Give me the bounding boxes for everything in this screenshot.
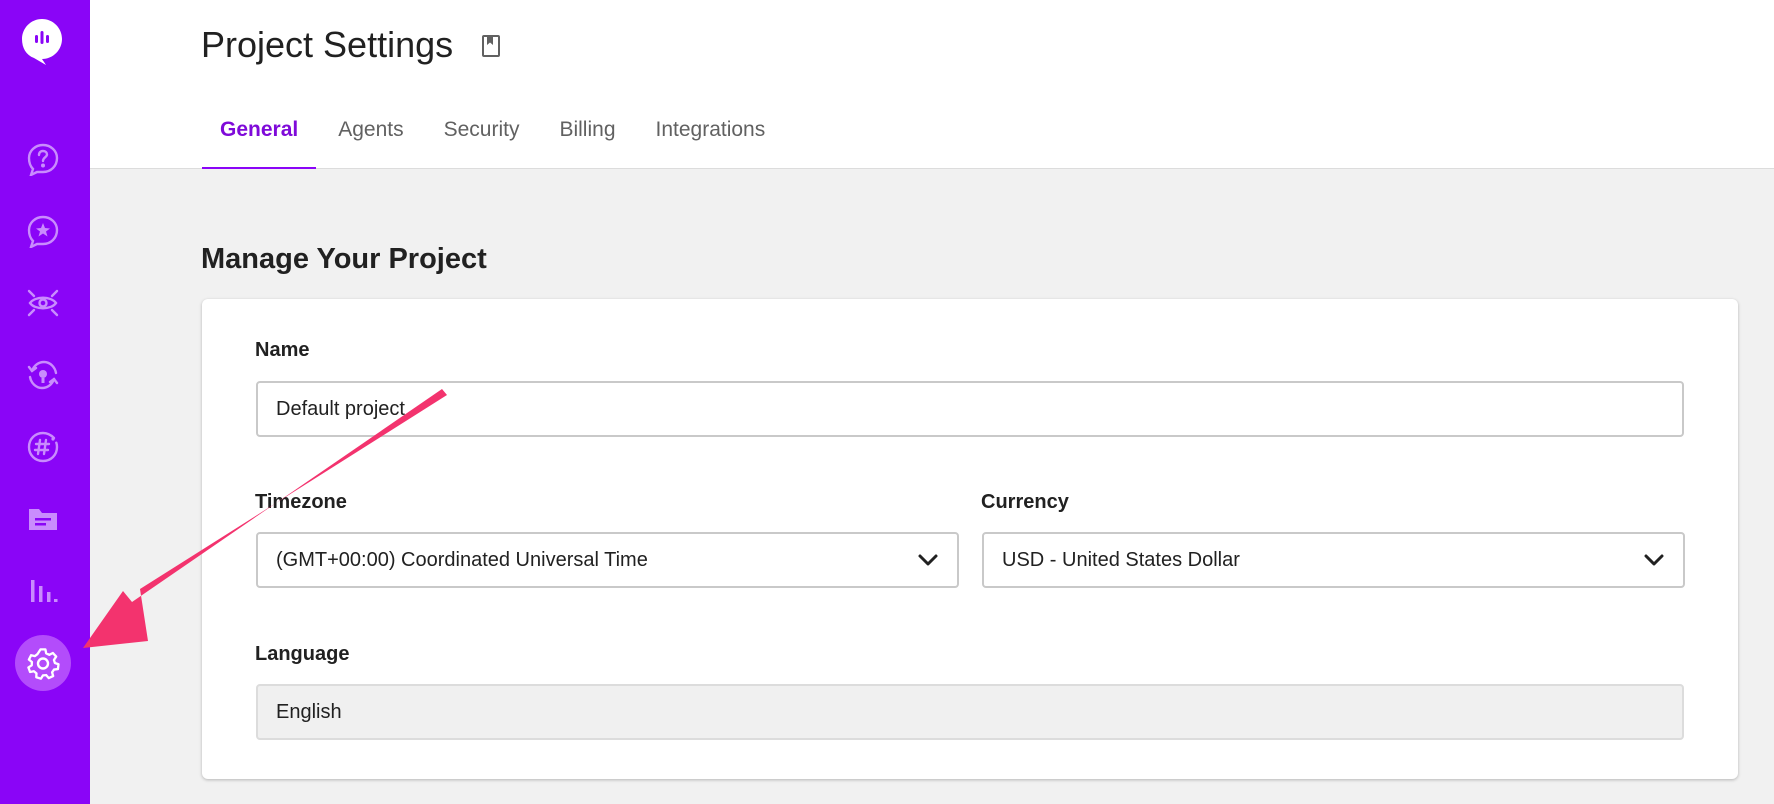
- tab-integrations[interactable]: Integrations: [638, 108, 784, 169]
- sidebar-item-automation[interactable]: [15, 347, 71, 403]
- sidebar-item-reports[interactable]: [15, 563, 71, 619]
- currency-label: Currency: [981, 491, 1069, 513]
- sidebar-item-documents[interactable]: [15, 491, 71, 547]
- name-input[interactable]: [276, 397, 1664, 421]
- gear-icon: [27, 648, 60, 680]
- tab-billing[interactable]: Billing: [541, 108, 633, 169]
- timezone-value: (GMT+00:00) Coordinated Universal Time: [276, 548, 648, 571]
- bot-cycle-icon: [27, 360, 59, 390]
- sidebar-item-monitor[interactable]: [15, 275, 71, 331]
- hashtag-icon: [27, 431, 59, 463]
- tab-security[interactable]: Security: [426, 108, 538, 169]
- sidebar-item-help[interactable]: [15, 131, 71, 187]
- header: Project Settings General Agents Security…: [90, 0, 1774, 169]
- star-chat-icon: [27, 215, 59, 248]
- page-title: Project Settings: [201, 24, 454, 65]
- tab-bar: General Agents Security Billing Integrat…: [202, 108, 787, 169]
- project-settings-card: Name Timezone (GMT+00:00) Coordinated Un…: [202, 299, 1738, 779]
- sidebar: [0, 0, 90, 804]
- language-value: English: [276, 700, 342, 723]
- tab-general[interactable]: General: [202, 108, 317, 169]
- eye-icon: [27, 289, 59, 317]
- chat-logo-icon[interactable]: [20, 18, 64, 66]
- timezone-select[interactable]: (GMT+00:00) Coordinated Universal Time: [256, 532, 959, 588]
- chevron-down-icon: [1644, 554, 1664, 566]
- sidebar-item-tags[interactable]: [15, 419, 71, 475]
- folder-icon: [29, 509, 57, 530]
- name-field[interactable]: [256, 381, 1684, 437]
- language-field: English: [256, 684, 1684, 740]
- sidebar-item-settings[interactable]: [15, 635, 71, 691]
- bookmark-icon[interactable]: [481, 34, 501, 58]
- bar-chart-icon: [31, 580, 58, 602]
- currency-value: USD - United States Dollar: [1002, 548, 1240, 571]
- currency-select[interactable]: USD - United States Dollar: [982, 532, 1685, 588]
- language-label: Language: [255, 643, 350, 665]
- help-icon: [27, 143, 59, 176]
- name-label: Name: [255, 339, 310, 361]
- tab-agents[interactable]: Agents: [320, 108, 421, 169]
- sidebar-item-favorites[interactable]: [15, 203, 71, 259]
- chevron-down-icon: [918, 554, 938, 566]
- section-title: Manage Your Project: [201, 243, 487, 275]
- timezone-label: Timezone: [255, 491, 347, 513]
